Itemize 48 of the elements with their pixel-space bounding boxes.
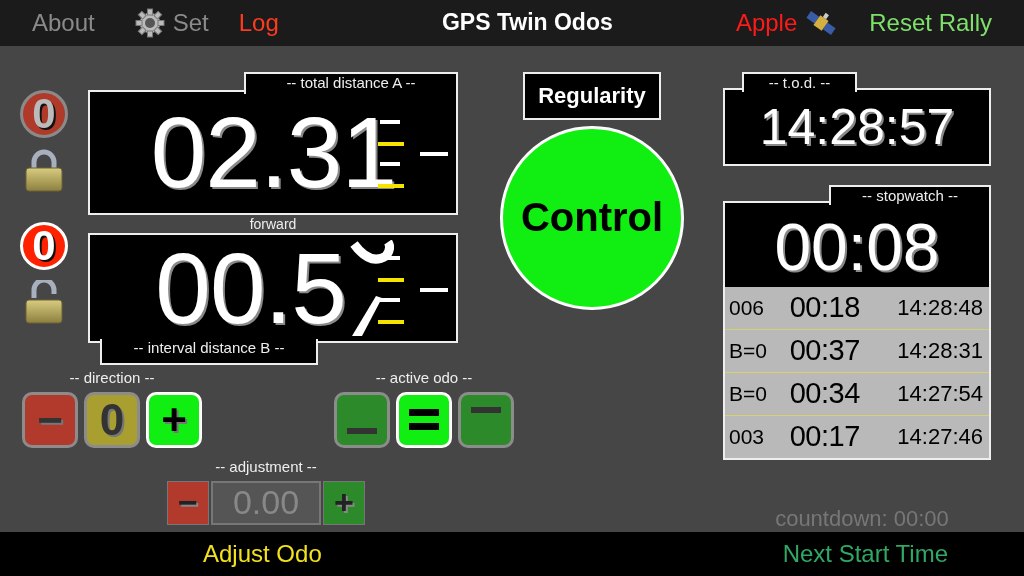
- stopwatch-time: 00:08: [773, 208, 941, 286]
- reset-badge[interactable]: 0: [20, 221, 68, 270]
- odometer-display[interactable]: 00.5: [88, 232, 458, 343]
- reset-badge[interactable]: 0: [20, 89, 68, 138]
- lap-tag: 003: [729, 424, 790, 449]
- bottom-bar-button[interactable]: Adjust Odo: [203, 539, 322, 568]
- control-button[interactable]: Control: [500, 125, 684, 310]
- decrease-button[interactable]: −: [167, 480, 209, 525]
- unlocked-padlock-icon[interactable]: [24, 279, 64, 324]
- menu-button[interactable]: Apple: [735, 7, 838, 38]
- app-title: GPS Twin Odos: [440, 9, 613, 37]
- direction-button[interactable]: 0: [84, 391, 140, 448]
- odometer-label: -- total distance A --: [244, 71, 458, 94]
- lap-time: 14:27:46: [897, 423, 984, 450]
- lap-split: 00:18: [789, 291, 861, 325]
- regularity-button[interactable]: Regularity: [523, 71, 661, 120]
- high-bar-icon: [471, 406, 501, 413]
- odometer-reading: 02.31: [150, 102, 396, 203]
- direction-button[interactable]: +: [146, 391, 202, 448]
- lap-time: 14:28:31: [897, 337, 984, 364]
- locked-padlock-icon[interactable]: [24, 147, 64, 192]
- odometer-label: -- interval distance B --: [100, 338, 318, 365]
- bottom-bar-button[interactable]: Next Start Time: [782, 539, 948, 568]
- panel-label: -- t.o.d. --: [742, 71, 857, 92]
- settings-button[interactable]: Set: [134, 7, 209, 38]
- low-bar-icon: [347, 427, 377, 434]
- lap-tag: B=0: [729, 338, 790, 363]
- group-label: -- adjustment --: [215, 457, 317, 476]
- lap-tag: 006: [729, 295, 790, 320]
- menu-button[interactable]: About: [32, 8, 95, 37]
- equals-icon: [409, 409, 439, 431]
- menu-button[interactable]: Log: [238, 8, 279, 37]
- menu-button[interactable]: Reset Rally: [869, 8, 992, 37]
- odometer-display[interactable]: 02.31: [88, 89, 458, 215]
- lap-split: 00:17: [789, 420, 861, 454]
- gear-icon: [134, 7, 165, 38]
- lap-time: 14:28:48: [897, 294, 984, 321]
- lap-tag: B=0: [729, 381, 790, 406]
- time-of-day-display: 14:28:57: [723, 87, 991, 166]
- lap-split: 00:37: [789, 334, 861, 368]
- odometer-reading: 00.5: [155, 237, 346, 338]
- group-label: -- active odo --: [375, 368, 473, 387]
- increase-button[interactable]: +: [323, 480, 365, 525]
- lap-time: 14:27:54: [897, 380, 984, 407]
- panel-label: -- stopwatch --: [829, 184, 991, 205]
- lap-split: 00:34: [789, 377, 861, 411]
- group-label: -- direction --: [69, 368, 155, 387]
- direction-caption: forward: [248, 215, 298, 232]
